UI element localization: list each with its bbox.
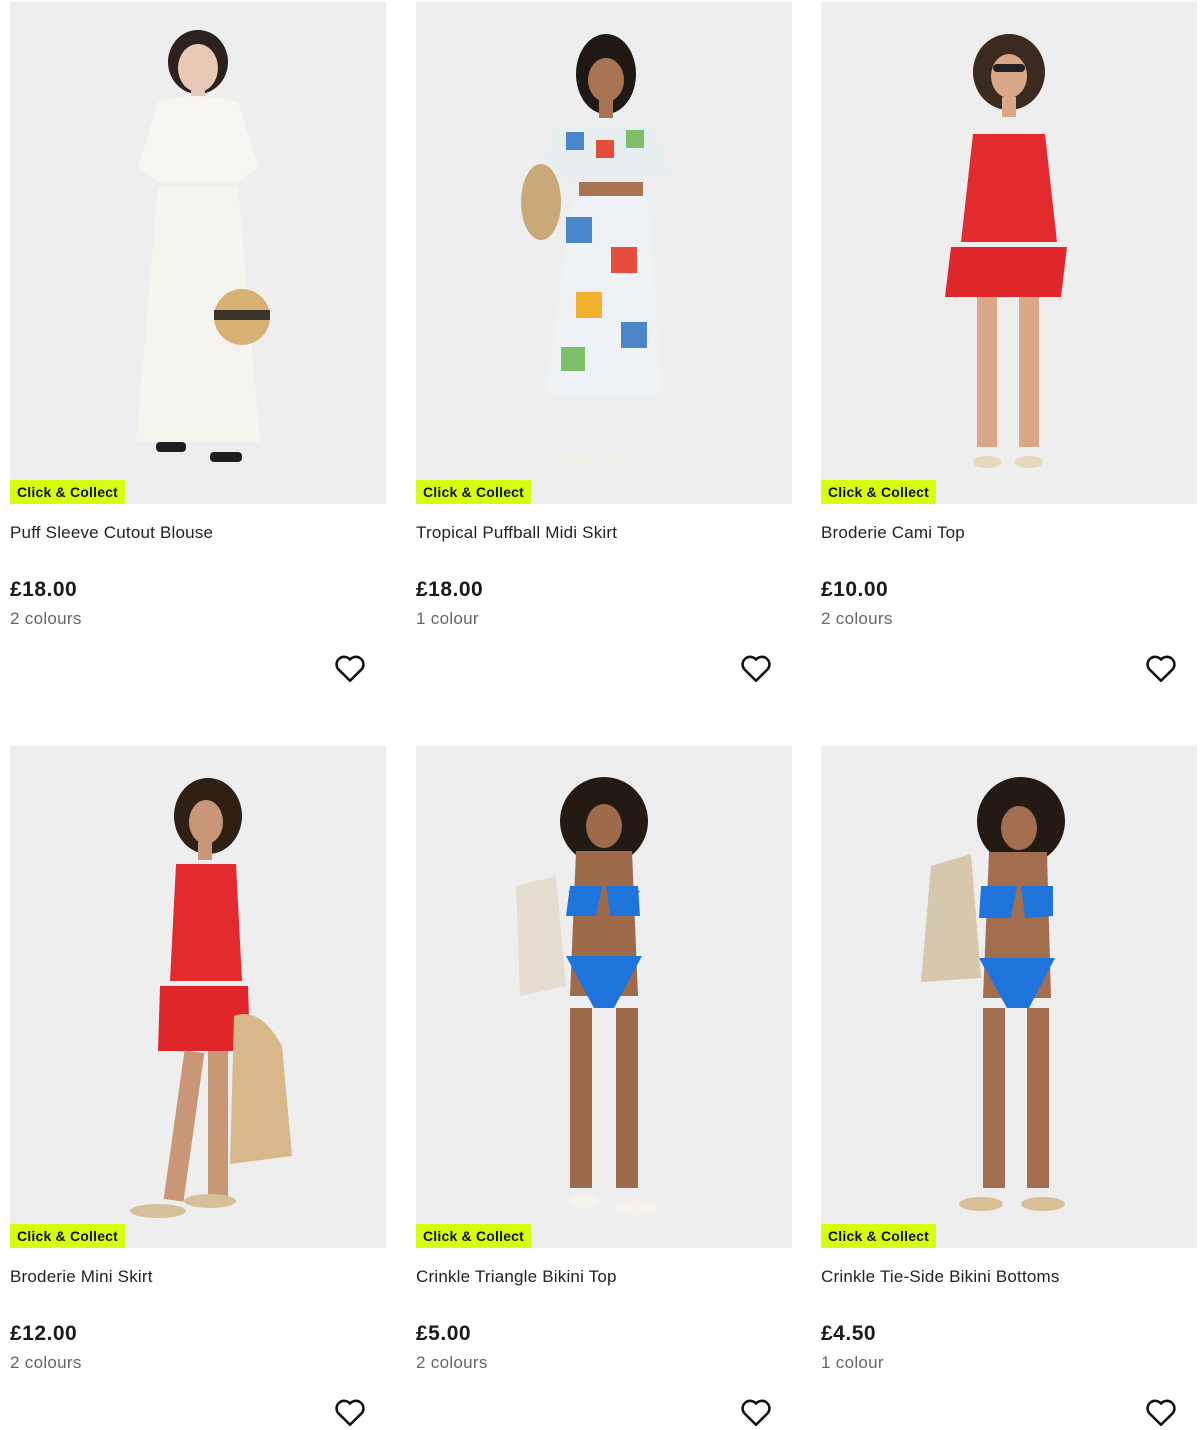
- product-colours: 2 colours: [10, 1353, 82, 1372]
- product-name[interactable]: Broderie Mini Skirt: [10, 1267, 153, 1287]
- heart-outline-icon[interactable]: [332, 650, 368, 686]
- product-colours: 1 colour: [416, 609, 479, 628]
- product-price: £18.00: [10, 578, 78, 601]
- product-colours: 2 colours: [821, 609, 893, 628]
- product-price: £10.00: [821, 578, 889, 601]
- product-name[interactable]: Crinkle Tie-Side Bikini Bottoms: [821, 1267, 1060, 1287]
- heart-outline-icon[interactable]: [738, 1394, 774, 1430]
- click-collect-badge: Click & Collect: [10, 1224, 126, 1248]
- product-name[interactable]: Puff Sleeve Cutout Blouse: [10, 523, 213, 543]
- click-collect-badge: Click & Collect: [821, 1224, 937, 1248]
- click-collect-badge: Click & Collect: [416, 1224, 532, 1248]
- heart-outline-icon[interactable]: [332, 1394, 368, 1430]
- product-colours: 2 colours: [416, 1353, 488, 1372]
- product-image[interactable]: Click & Collect: [10, 2, 386, 504]
- heart-outline-icon[interactable]: [738, 650, 774, 686]
- product-image[interactable]: Click & Collect: [821, 2, 1197, 504]
- product-image[interactable]: Click & Collect: [10, 746, 386, 1248]
- product-colours: 2 colours: [10, 609, 82, 628]
- product-name[interactable]: Tropical Puffball Midi Skirt: [416, 523, 617, 543]
- click-collect-badge: Click & Collect: [10, 480, 126, 504]
- product-price: £5.00: [416, 1322, 472, 1345]
- product-name[interactable]: Crinkle Triangle Bikini Top: [416, 1267, 617, 1287]
- product-name[interactable]: Broderie Cami Top: [821, 523, 965, 543]
- heart-outline-icon[interactable]: [1143, 650, 1179, 686]
- click-collect-badge: Click & Collect: [821, 480, 937, 504]
- product-image[interactable]: Click & Collect: [416, 746, 792, 1248]
- product-image[interactable]: Click & Collect: [416, 2, 792, 504]
- product-price: £4.50: [821, 1322, 877, 1345]
- product-image[interactable]: Click & Collect: [821, 746, 1197, 1248]
- heart-outline-icon[interactable]: [1143, 1394, 1179, 1430]
- product-price: £12.00: [10, 1322, 78, 1345]
- product-colours: 1 colour: [821, 1353, 884, 1372]
- product-price: £18.00: [416, 578, 484, 601]
- click-collect-badge: Click & Collect: [416, 480, 532, 504]
